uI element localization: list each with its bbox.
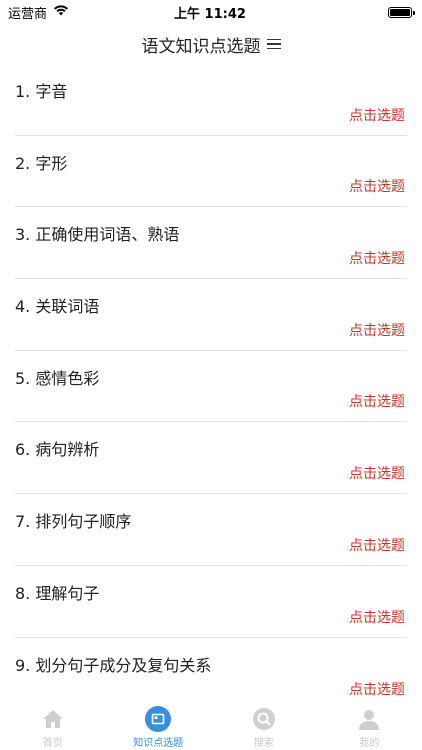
select-topic-link[interactable]: 点击选题 — [349, 176, 405, 196]
page-title: 语文知识点选题 — [141, 36, 261, 57]
item-title: 6. 病句辨析 — [15, 440, 100, 460]
item-title: 1. 字音 — [15, 82, 68, 101]
tab-knowledge[interactable]: 知识点选题 — [106, 702, 212, 750]
tab-home[interactable]: 首页 — [0, 702, 106, 750]
list-item[interactable]: 3. 正确使用词语、熟语 点击选题 — [15, 207, 407, 280]
tab-label: 首页 — [42, 738, 63, 749]
tab-profile[interactable]: 我的 — [317, 702, 422, 750]
status-left: 运营商 — [8, 3, 128, 22]
list-item[interactable]: 4. 关联词语 点击选题 — [15, 279, 407, 351]
tab-bar: 首页 知识点选题 搜索 我的 — [0, 702, 422, 750]
select-topic-link[interactable]: 点击选题 — [349, 105, 405, 125]
topic-list: 1. 字音 点击选题 2. 字形 点击选题 3. 正确使用词语、熟语 点击选题 … — [0, 64, 422, 709]
select-topic-link[interactable]: 点击选题 — [349, 607, 405, 627]
home-icon — [40, 706, 66, 732]
status-time: 上午 11:42 — [174, 6, 246, 22]
list-item[interactable]: 6. 病句辨析 点击选题 — [15, 422, 407, 495]
list-item[interactable]: 5. 感情色彩 点击选题 — [15, 351, 407, 423]
item-title: 7. 排列句子顺序 — [15, 512, 132, 532]
item-title: 4. 关联词语 — [15, 297, 100, 317]
select-topic-link[interactable]: 点击选题 — [349, 391, 405, 411]
list-item[interactable]: 9. 划分句子成分及复句关系 点击选题 — [15, 638, 407, 710]
status-bar: 运营商 上午 11:42 — [0, 0, 422, 24]
tab-label: 我的 — [359, 738, 380, 749]
list-item[interactable]: 2. 字形 点击选题 — [15, 136, 407, 208]
search-icon — [251, 706, 277, 732]
status-right — [292, 6, 415, 18]
list-item[interactable]: 1. 字音 点击选题 — [15, 64, 407, 136]
select-topic-link[interactable]: 点击选题 — [349, 248, 405, 268]
carrier-label: 运营商 — [8, 6, 48, 22]
user-icon — [356, 706, 382, 732]
item-title: 9. 划分句子成分及复句关系 — [15, 655, 212, 675]
select-topic-link[interactable]: 点击选题 — [349, 463, 405, 483]
wifi-icon — [53, 4, 69, 20]
battery-icon — [387, 6, 415, 18]
item-title: 2. 字形 — [15, 153, 68, 173]
nav-bar: 语文知识点选题 — [0, 24, 422, 64]
battery-fill — [389, 8, 410, 16]
list-item[interactable]: 8. 理解句子 点击选题 — [15, 566, 407, 638]
item-title: 3. 正确使用词语、熟语 — [15, 225, 180, 245]
select-topic-link[interactable]: 点击选题 — [349, 679, 405, 699]
select-topic-link[interactable]: 点击选题 — [349, 535, 405, 555]
tab-label: 搜索 — [253, 738, 274, 749]
hamburger-menu-icon[interactable] — [266, 38, 281, 50]
select-topic-link[interactable]: 点击选题 — [349, 320, 405, 340]
item-title: 8. 理解句子 — [15, 583, 100, 603]
book-icon — [145, 706, 172, 732]
item-title: 5. 感情色彩 — [15, 368, 100, 388]
list-item[interactable]: 7. 排列句子顺序 点击选题 — [15, 494, 407, 566]
tab-label: 知识点选题 — [133, 738, 184, 749]
tab-search[interactable]: 搜索 — [211, 702, 317, 750]
